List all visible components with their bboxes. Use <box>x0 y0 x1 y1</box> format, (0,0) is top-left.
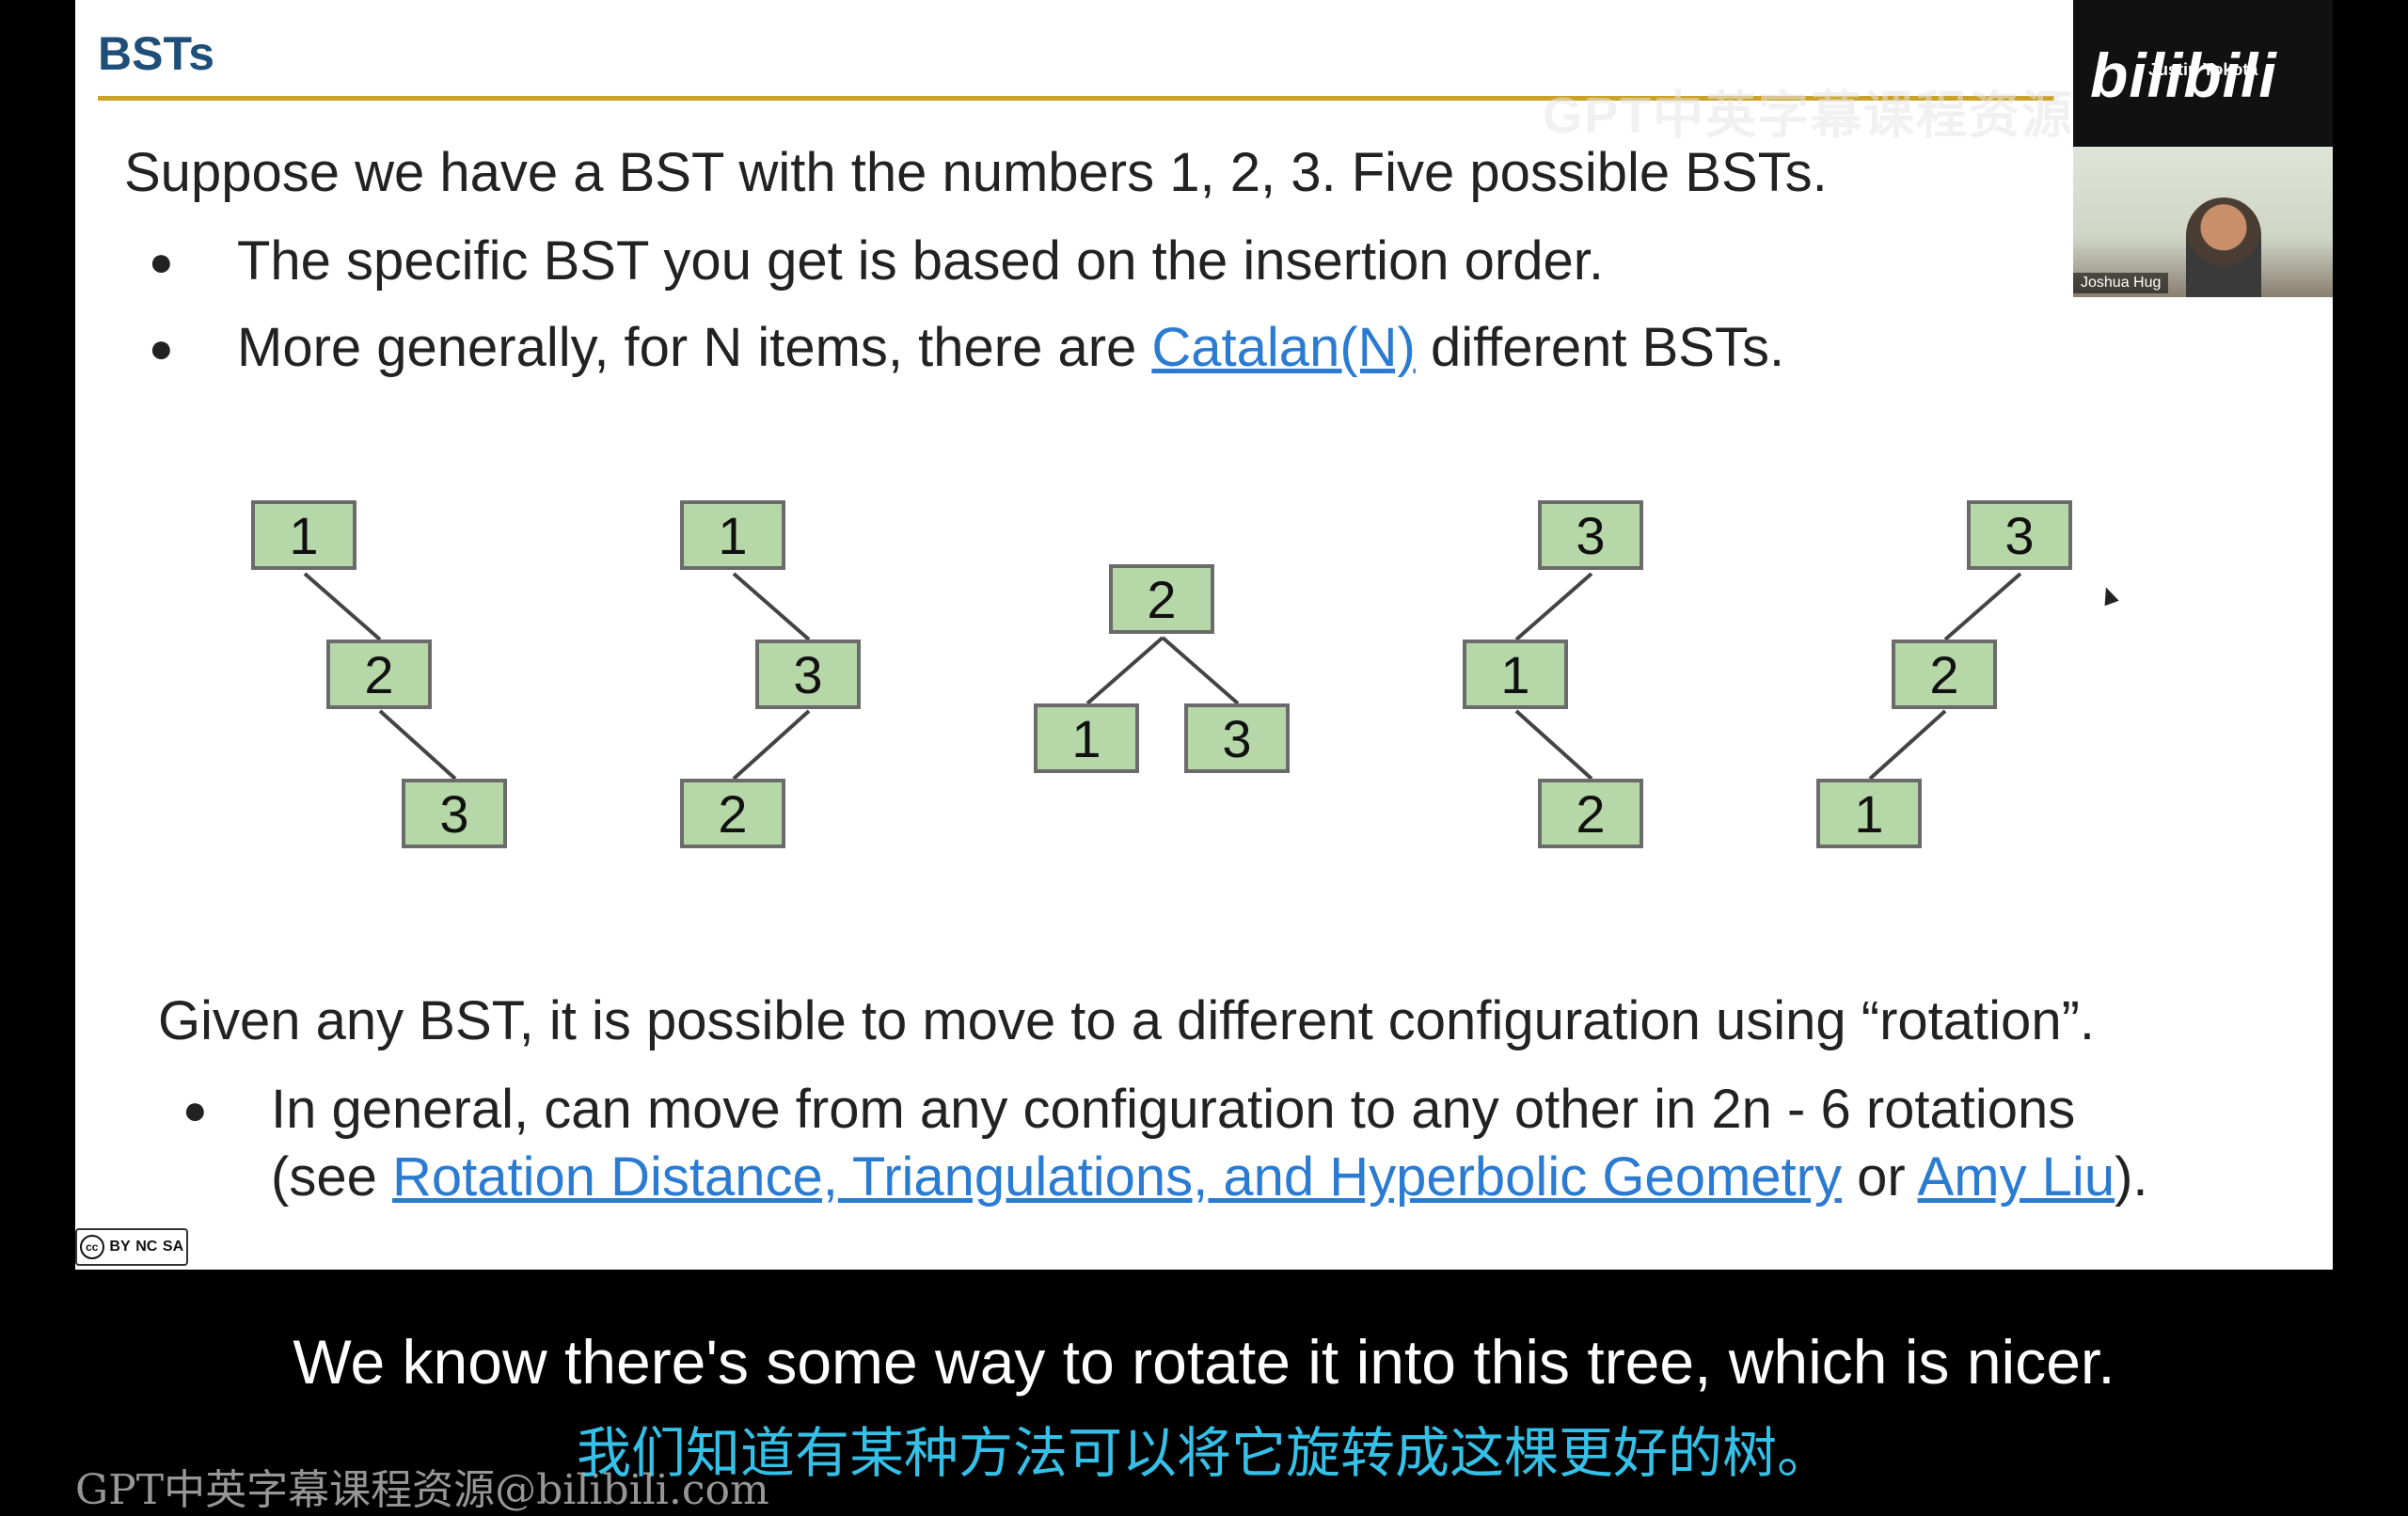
edge <box>1868 709 1947 781</box>
rotation-post: ). <box>2115 1146 2148 1208</box>
tree-1-root-node: 1 <box>251 500 356 570</box>
slide: BSTs GPT中英字幕课程资源 Suppose we have a BST w… <box>75 0 2333 1270</box>
bottom-watermark: GPT中英字幕课程资源@bilibili.com <box>75 1466 769 1514</box>
tree-4-root-node: 3 <box>1538 500 1643 570</box>
bst-diagrams: 1 2 3 1 3 2 2 1 3 3 1 2 3 2 1 <box>75 470 2333 903</box>
tree-5-leaf-node: 1 <box>1816 779 1922 848</box>
webcam-name-top: Justin Yokota <box>2148 60 2258 79</box>
webcam-overlay: bilibili Justin Yokota Joshua Hug <box>2073 0 2333 297</box>
edge <box>1943 572 2022 641</box>
edge <box>1161 636 1240 705</box>
cc-license-badge: cc BY NC SA <box>75 1228 188 1266</box>
edge <box>1514 709 1593 781</box>
rotation-bullet-line2: (see Rotation Distance, Triangulations, … <box>271 1145 2148 1208</box>
slide-title: BSTs <box>98 27 215 80</box>
edge <box>303 572 382 641</box>
rotation-pre: (see <box>271 1146 392 1208</box>
tree-1-mid-node: 2 <box>326 640 432 709</box>
edge <box>1514 572 1593 641</box>
rotation-distance-link[interactable]: Rotation Distance, Triangulations, and H… <box>392 1146 1842 1208</box>
webcam-top-panel: bilibili Justin Yokota <box>2073 0 2333 147</box>
presenter-image <box>2186 197 2261 297</box>
webcam-name-bottom: Joshua Hug <box>2073 273 2169 293</box>
edge <box>378 709 457 781</box>
tree-3-right-node: 3 <box>1184 703 1290 773</box>
tree-5-mid-node: 2 <box>1892 640 1997 709</box>
subtitle-english: We know there's some way to rotate it in… <box>293 1327 2115 1397</box>
cc-icon: cc <box>79 1235 104 1259</box>
top-watermark: GPT中英字幕课程资源 <box>1543 87 2075 144</box>
tree-2-root-node: 1 <box>680 500 785 570</box>
bullet-1-text: The specific BST you get is based on the… <box>237 230 1604 292</box>
rotation-text: Given any BST, it is possible to move to… <box>158 990 2095 1051</box>
sa-label: SA <box>162 1239 184 1255</box>
amy-liu-link[interactable]: Amy Liu <box>1918 1146 2115 1208</box>
tree-2-leaf-node: 2 <box>680 779 785 848</box>
rotation-bullet-line1: In general, can move from any configurat… <box>271 1079 2076 1140</box>
edge <box>732 572 811 641</box>
tree-2-mid-node: 3 <box>755 640 861 709</box>
tree-3-left-node: 1 <box>1034 703 1139 773</box>
bullet-1-marker: ● <box>149 239 174 285</box>
bullet-2-post: different BSTs. <box>1415 317 1785 378</box>
bullet-2-pre: More generally, for N items, there are <box>237 317 1152 378</box>
catalan-link[interactable]: Catalan(N) <box>1151 317 1415 378</box>
bullet-2-text: More generally, for N items, there are C… <box>237 316 1784 379</box>
tree-3-root-node: 2 <box>1109 564 1214 634</box>
tree-4-mid-node: 1 <box>1463 640 1568 709</box>
edge <box>732 709 811 781</box>
intro-text: Suppose we have a BST with the numbers 1… <box>124 142 1828 203</box>
nc-label: NC <box>135 1239 158 1255</box>
tree-4-leaf-node: 2 <box>1538 779 1643 848</box>
by-label: BY <box>109 1239 131 1255</box>
bullet-2-marker: ● <box>149 325 174 371</box>
rotation-mid: or <box>1841 1146 1918 1208</box>
rotation-bullet-marker: ● <box>182 1087 208 1133</box>
tree-1-leaf-node: 3 <box>402 779 507 848</box>
tree-5-root-node: 3 <box>1967 500 2072 570</box>
edge <box>1085 636 1164 705</box>
